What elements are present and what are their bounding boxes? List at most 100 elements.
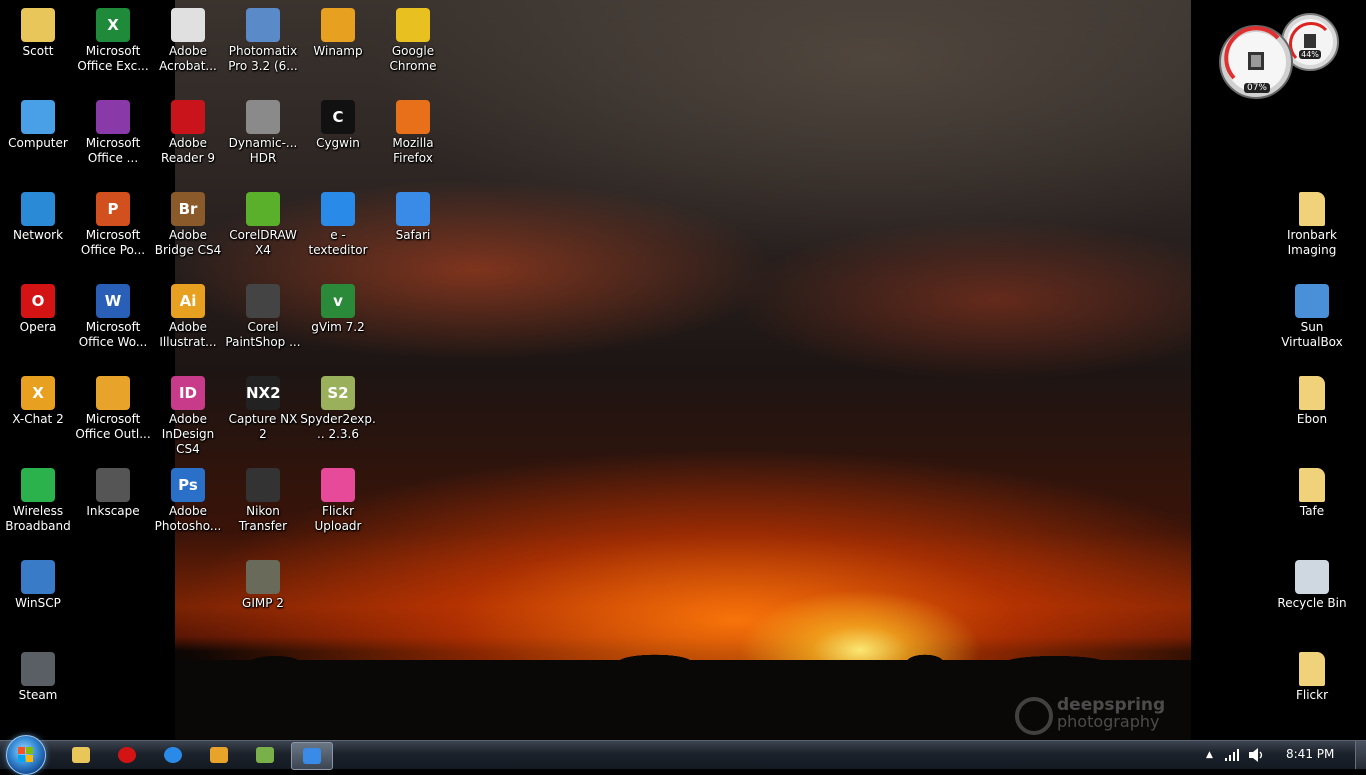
desktop-icon-label: Wireless Broadband — [5, 504, 71, 533]
desktop-icon[interactable]: NX2 Capture NX 2 — [225, 370, 301, 460]
desktop-icon[interactable]: Ps Adobe Photosho... — [150, 462, 226, 552]
watermark-line2: photography — [1057, 712, 1160, 731]
desktop-icon-label: Safari — [395, 228, 431, 242]
desktop-icon[interactable]: Network — [0, 186, 76, 276]
desktop-icon[interactable]: WinSCP — [0, 554, 76, 644]
desktop-icon[interactable]: Ebon — [1274, 370, 1350, 460]
cpu-meter-dials — [1219, 13, 1339, 99]
desktop-icon[interactable]: W Microsoft Office Wo... — [75, 278, 151, 368]
desktop-icon[interactable]: P Microsoft Office Po... — [75, 186, 151, 276]
desktop-icon[interactable]: Safari — [375, 186, 451, 276]
desktop-icon[interactable]: Sun VirtualBox — [1274, 278, 1350, 368]
computer-icon — [21, 100, 55, 134]
virtualbox-icon — [1295, 284, 1329, 318]
volume-icon[interactable] — [1248, 748, 1265, 762]
desktop-icon-label: Dynamic-... HDR — [228, 136, 298, 165]
outlook-icon — [96, 376, 130, 410]
desktop-icon[interactable]: X Microsoft Office Exc... — [75, 2, 151, 92]
desktop-icon[interactable]: Wireless Broadband — [0, 462, 76, 552]
desktop-icon[interactable]: Winamp — [300, 2, 376, 92]
desktop-icon[interactable]: e - texteditor — [300, 186, 376, 276]
folder-icon — [1299, 192, 1325, 226]
desktop-icon[interactable]: Ai Adobe Illustrat... — [150, 278, 226, 368]
taskbar-app-network-app[interactable] — [291, 742, 333, 770]
desktop-icon[interactable]: Microsoft Office Outl... — [75, 370, 151, 460]
desktop-icon[interactable]: Scott — [0, 2, 76, 92]
cpu-usage-readout: 07% — [1244, 83, 1270, 93]
opera-icon — [118, 747, 136, 763]
desktop-icon[interactable]: Adobe Acrobat... — [150, 2, 226, 92]
desktop-icon[interactable]: Inkscape — [75, 462, 151, 552]
desktop-icon[interactable]: Google Chrome — [375, 2, 451, 92]
desktop-icon[interactable]: Photomatix Pro 3.2 (6... — [225, 2, 301, 92]
desktop-icon[interactable]: Flickr Uploadr — [300, 462, 376, 552]
show-hidden-icons-button[interactable]: ▲ — [1206, 750, 1213, 760]
taskbar-app-opera[interactable] — [107, 742, 147, 768]
windows-logo-icon — [18, 747, 34, 763]
notification-area: ▲ — [1206, 741, 1265, 769]
desktop-icon[interactable]: Flickr — [1274, 646, 1350, 736]
paintshop-icon — [246, 284, 280, 318]
live-messenger-icon — [256, 747, 274, 763]
user-folder-icon — [21, 8, 55, 42]
desktop-icon-label: Microsoft Office Po... — [80, 228, 146, 257]
desktop-icon-label: Adobe Acrobat... — [159, 44, 217, 73]
desktop-icon[interactable]: Br Adobe Bridge CS4 — [150, 186, 226, 276]
desktop-icon[interactable]: Computer — [0, 94, 76, 184]
taskbar-app-windows-live[interactable] — [245, 742, 285, 768]
folder-icon — [1299, 468, 1325, 502]
taskbar-app-internet-explorer[interactable] — [153, 742, 193, 768]
desktop-icon[interactable]: Recycle Bin — [1274, 554, 1350, 644]
adobe-reader-icon — [171, 100, 205, 134]
desktop-icon[interactable]: ID Adobe InDesign CS4 — [150, 370, 226, 460]
desktop-icon[interactable]: Ironbark Imaging — [1274, 186, 1350, 276]
desktop-icon-label: Microsoft Office Wo... — [78, 320, 148, 349]
desktop-icon[interactable]: Corel PaintShop ... — [225, 278, 301, 368]
powerpoint-icon: P — [96, 192, 130, 226]
taskbar-app-outlook[interactable] — [199, 742, 239, 768]
desktop-icon[interactable]: Microsoft Office ... — [75, 94, 151, 184]
desktop-icon[interactable]: v gVim 7.2 — [300, 278, 376, 368]
desktop-icon-label: Adobe InDesign CS4 — [161, 412, 215, 456]
desktop-icon-label: Google Chrome — [389, 44, 437, 73]
desktop-icon[interactable]: Mozilla Firefox — [375, 94, 451, 184]
flickr-uploadr-icon — [321, 468, 355, 502]
word-icon: W — [96, 284, 130, 318]
desktop-icon-label: Winamp — [313, 44, 363, 58]
cpu-meter-gadget[interactable]: 07% 44% — [1216, 8, 1346, 100]
capture-nx2-icon: NX2 — [246, 376, 281, 410]
desktop-icon-label: Adobe Bridge CS4 — [154, 228, 222, 257]
desktop-icon[interactable]: C Cygwin — [300, 94, 376, 184]
taskbar-clock[interactable]: 8:41 PM — [1286, 747, 1334, 761]
desktop-icon[interactable]: CorelDRAW X4 — [225, 186, 301, 276]
desktop-icon-label: WinSCP — [15, 596, 61, 610]
desktop-icon-label: Spyder2exp... 2.3.6 — [300, 412, 376, 441]
desktop-icon-label: Photomatix Pro 3.2 (6... — [228, 44, 298, 73]
desktop-icon-label: X-Chat 2 — [12, 412, 64, 426]
signal-strength-icon[interactable] — [1224, 749, 1241, 761]
desktop-icon-label: Nikon Transfer — [238, 504, 288, 533]
nikon-transfer-icon — [246, 468, 280, 502]
taskbar-app-explorer[interactable] — [61, 742, 101, 768]
desktop-icon-label: Opera — [19, 320, 57, 334]
adobe-bridge-icon: Br — [171, 192, 205, 226]
desktop-icon[interactable]: Dynamic-... HDR — [225, 94, 301, 184]
wallpaper-watermark: deepspring photography — [1015, 695, 1175, 735]
gimp-icon — [246, 560, 280, 594]
desktop-icon-label: Mozilla Firefox — [392, 136, 434, 165]
taskbar: ▲ 8:41 PM — [0, 735, 1366, 775]
desktop-icon[interactable]: O Opera — [0, 278, 76, 368]
desktop-icon[interactable]: Steam — [0, 646, 76, 736]
desktop-icon[interactable]: Adobe Reader 9 — [150, 94, 226, 184]
network-globe-icon — [21, 192, 55, 226]
memory-usage-readout: 44% — [1299, 50, 1321, 59]
desktop-icon[interactable]: X X-Chat 2 — [0, 370, 76, 460]
desktop-icon-label: Scott — [22, 44, 54, 58]
desktop-icon[interactable]: GIMP 2 — [225, 554, 301, 644]
desktop-icon[interactable]: S2 Spyder2exp... 2.3.6 — [300, 370, 376, 460]
show-desktop-button[interactable] — [1355, 741, 1366, 769]
desktop-icon[interactable]: Tafe — [1274, 462, 1350, 552]
desktop-icon[interactable]: Nikon Transfer — [225, 462, 301, 552]
desktop-icon-label: Flickr — [1295, 688, 1329, 702]
start-button[interactable] — [6, 735, 46, 775]
